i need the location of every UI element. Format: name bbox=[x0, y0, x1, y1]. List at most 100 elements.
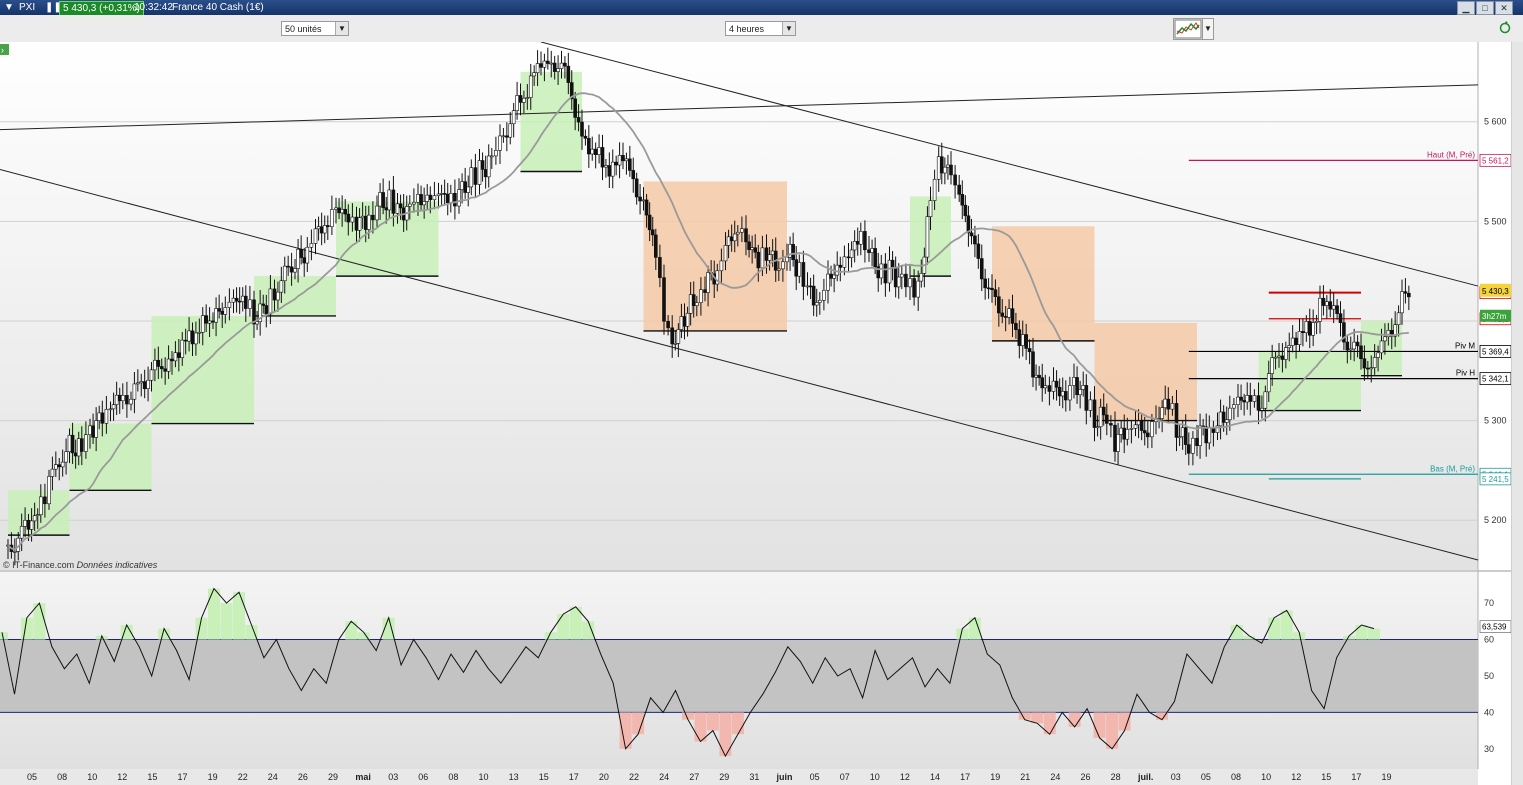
rsi-overbought-fill bbox=[20, 617, 33, 640]
candle-body bbox=[217, 308, 221, 312]
candle-body bbox=[1252, 395, 1257, 402]
candle-body bbox=[904, 273, 908, 288]
candle-body bbox=[508, 123, 513, 138]
candle-body bbox=[469, 167, 474, 188]
y-tick-label: 5 600 bbox=[1484, 117, 1507, 127]
rsi-overbought-fill bbox=[220, 603, 233, 640]
candle-body bbox=[346, 213, 351, 223]
candle-body bbox=[679, 316, 684, 330]
candle-body bbox=[432, 195, 437, 201]
candle-body bbox=[628, 158, 632, 171]
chart-area[interactable]: Haut (M, Pré) Piv M Piv H Bas (M, Pré) 5 20… bbox=[0, 42, 1511, 785]
candle-body bbox=[1068, 385, 1072, 401]
candle-body bbox=[883, 263, 888, 284]
candle-body bbox=[842, 256, 847, 268]
candle-body bbox=[1084, 385, 1089, 411]
candle-body bbox=[1081, 385, 1086, 390]
candle-body bbox=[204, 315, 208, 324]
indicators-dropdown-icon[interactable]: ▼ bbox=[1202, 18, 1214, 40]
candle-body bbox=[1101, 406, 1106, 416]
close-button[interactable]: ✕ bbox=[1495, 1, 1513, 15]
candle-body bbox=[13, 551, 17, 553]
candle-body bbox=[325, 225, 330, 228]
candle-body bbox=[163, 368, 167, 372]
candle-body bbox=[973, 235, 977, 245]
x-tick-label: 08 bbox=[448, 772, 458, 782]
candle-body bbox=[1034, 374, 1038, 378]
candle-body bbox=[50, 468, 55, 477]
candle-body bbox=[153, 359, 157, 371]
candle-body bbox=[97, 412, 102, 421]
candle-body bbox=[563, 62, 567, 67]
candle-body bbox=[1348, 348, 1353, 351]
candle-body bbox=[445, 193, 450, 204]
x-tick-label: 24 bbox=[268, 772, 278, 782]
candle-body bbox=[1331, 305, 1336, 310]
candle-body bbox=[1031, 351, 1035, 378]
refresh-icon[interactable] bbox=[1499, 18, 1511, 38]
indicators-icon[interactable] bbox=[1173, 18, 1203, 40]
candle-body bbox=[1369, 367, 1374, 370]
candle-body bbox=[70, 434, 75, 454]
candle-body bbox=[498, 135, 502, 151]
current-price-label: 5 430,3 bbox=[1482, 287, 1509, 296]
candle-body bbox=[770, 250, 775, 255]
candle-body bbox=[641, 199, 646, 202]
candle-body bbox=[1338, 313, 1343, 323]
units-select[interactable]: 50 unités ▼ bbox=[281, 21, 349, 36]
candle-body bbox=[556, 68, 560, 72]
candle-body bbox=[867, 249, 871, 253]
candle-body bbox=[149, 369, 154, 381]
candle-body bbox=[486, 155, 491, 178]
minimize-button[interactable]: ▁ bbox=[1457, 1, 1475, 15]
candle-body bbox=[617, 155, 622, 166]
x-tick-label: 17 bbox=[569, 772, 579, 782]
candle-body bbox=[32, 515, 37, 522]
maximize-button[interactable]: □ bbox=[1476, 1, 1494, 15]
candle-body bbox=[166, 358, 171, 372]
candle-body bbox=[1321, 297, 1326, 306]
candle-body bbox=[576, 117, 581, 123]
candle-body bbox=[614, 161, 618, 166]
menu-arrow-icon[interactable]: ▼ bbox=[4, 1, 14, 14]
rsi-tick-label: 60 bbox=[1484, 635, 1494, 645]
candle-body bbox=[776, 268, 781, 271]
candle-body bbox=[268, 288, 273, 315]
candle-body bbox=[1037, 374, 1041, 379]
candle-body bbox=[1228, 407, 1232, 421]
rsi-tick-label: 30 bbox=[1484, 744, 1494, 754]
candle-body bbox=[1379, 340, 1384, 354]
candle-body bbox=[1318, 297, 1322, 322]
candle-body bbox=[1051, 380, 1056, 392]
candle-body bbox=[600, 147, 605, 168]
candle-body bbox=[511, 110, 516, 125]
candle-body bbox=[662, 277, 666, 322]
x-tick-label: 10 bbox=[87, 772, 97, 782]
candle-body bbox=[1047, 385, 1052, 392]
candle-body bbox=[969, 232, 974, 237]
candle-body bbox=[117, 394, 122, 402]
candle-body bbox=[631, 170, 636, 180]
candle-body bbox=[29, 520, 34, 530]
vertical-scrollbar[interactable] bbox=[1511, 42, 1523, 785]
candle-body bbox=[811, 285, 816, 306]
candle-body bbox=[371, 214, 375, 221]
candle-body bbox=[676, 329, 681, 344]
x-tick-label: 22 bbox=[238, 772, 248, 782]
tools-handle[interactable]: › bbox=[0, 44, 9, 55]
candle-body bbox=[890, 259, 895, 268]
candle-body bbox=[760, 247, 765, 269]
candle-body bbox=[870, 248, 874, 253]
period-select[interactable]: 4 heures ▼ bbox=[725, 21, 796, 36]
candle-body bbox=[177, 352, 181, 358]
candle-body bbox=[983, 278, 987, 289]
candle-body bbox=[156, 359, 161, 367]
candle-body bbox=[858, 231, 863, 245]
fill-area bbox=[992, 226, 1095, 341]
candle-body bbox=[647, 214, 652, 231]
candle-body bbox=[607, 165, 612, 177]
x-tick-label: 05 bbox=[810, 772, 820, 782]
candle-body bbox=[997, 296, 1001, 314]
rsi-overbought-fill bbox=[208, 588, 221, 640]
candle-body bbox=[1095, 426, 1100, 429]
